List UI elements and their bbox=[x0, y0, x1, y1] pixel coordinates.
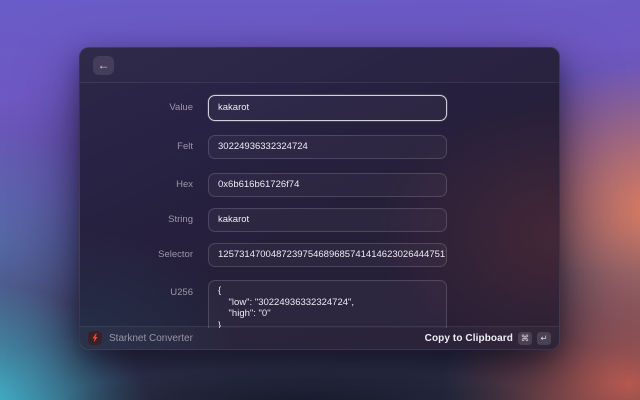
value-input[interactable]: kakarot bbox=[208, 95, 447, 121]
selector-label: Selector bbox=[158, 249, 193, 260]
u256-textarea[interactable]: { "low": "30224936332324724", "high": "0… bbox=[208, 280, 447, 328]
return-key-icon: ↵ bbox=[537, 331, 551, 345]
back-button[interactable]: ← bbox=[93, 56, 114, 75]
copy-to-clipboard-button[interactable]: Copy to Clipboard ⌘ ↵ bbox=[424, 331, 551, 345]
value-label: Value bbox=[169, 102, 193, 113]
form-row-hex: Hex 0x6b616b61726f74 bbox=[80, 173, 559, 197]
copy-to-clipboard-label: Copy to Clipboard bbox=[424, 332, 513, 344]
u256-label: U256 bbox=[170, 287, 193, 298]
selector-input[interactable]: 1257314700487239754689685741414623026444… bbox=[208, 243, 447, 267]
app-name: Starknet Converter bbox=[109, 332, 193, 344]
hex-input[interactable]: 0x6b616b61726f74 bbox=[208, 173, 447, 197]
hex-label: Hex bbox=[176, 179, 193, 190]
command-key-icon: ⌘ bbox=[518, 331, 532, 345]
felt-label: Felt bbox=[177, 141, 193, 152]
string-input[interactable]: kakarot bbox=[208, 208, 447, 232]
form-row-selector: Selector 1257314700487239754689685741414… bbox=[80, 243, 559, 267]
window-header: ← bbox=[80, 48, 559, 83]
form-row-string: String kakarot bbox=[80, 208, 559, 232]
form-row-felt: Felt 30224936332324724 bbox=[80, 135, 559, 159]
window-footer: Starknet Converter Copy to Clipboard ⌘ ↵ bbox=[80, 326, 559, 349]
string-label: String bbox=[168, 214, 193, 225]
starknet-converter-window: ← Value kakarot Felt 30224936332324724 H… bbox=[79, 47, 560, 350]
form-row-value: Value kakarot bbox=[80, 95, 559, 121]
lightning-bolt-icon bbox=[92, 333, 98, 343]
converter-form: Value kakarot Felt 30224936332324724 Hex… bbox=[80, 84, 559, 328]
felt-input[interactable]: 30224936332324724 bbox=[208, 135, 447, 159]
app-icon bbox=[88, 331, 102, 345]
desktop-background: ← Value kakarot Felt 30224936332324724 H… bbox=[0, 0, 640, 400]
form-row-u256: U256 { "low": "30224936332324724", "high… bbox=[80, 280, 559, 328]
